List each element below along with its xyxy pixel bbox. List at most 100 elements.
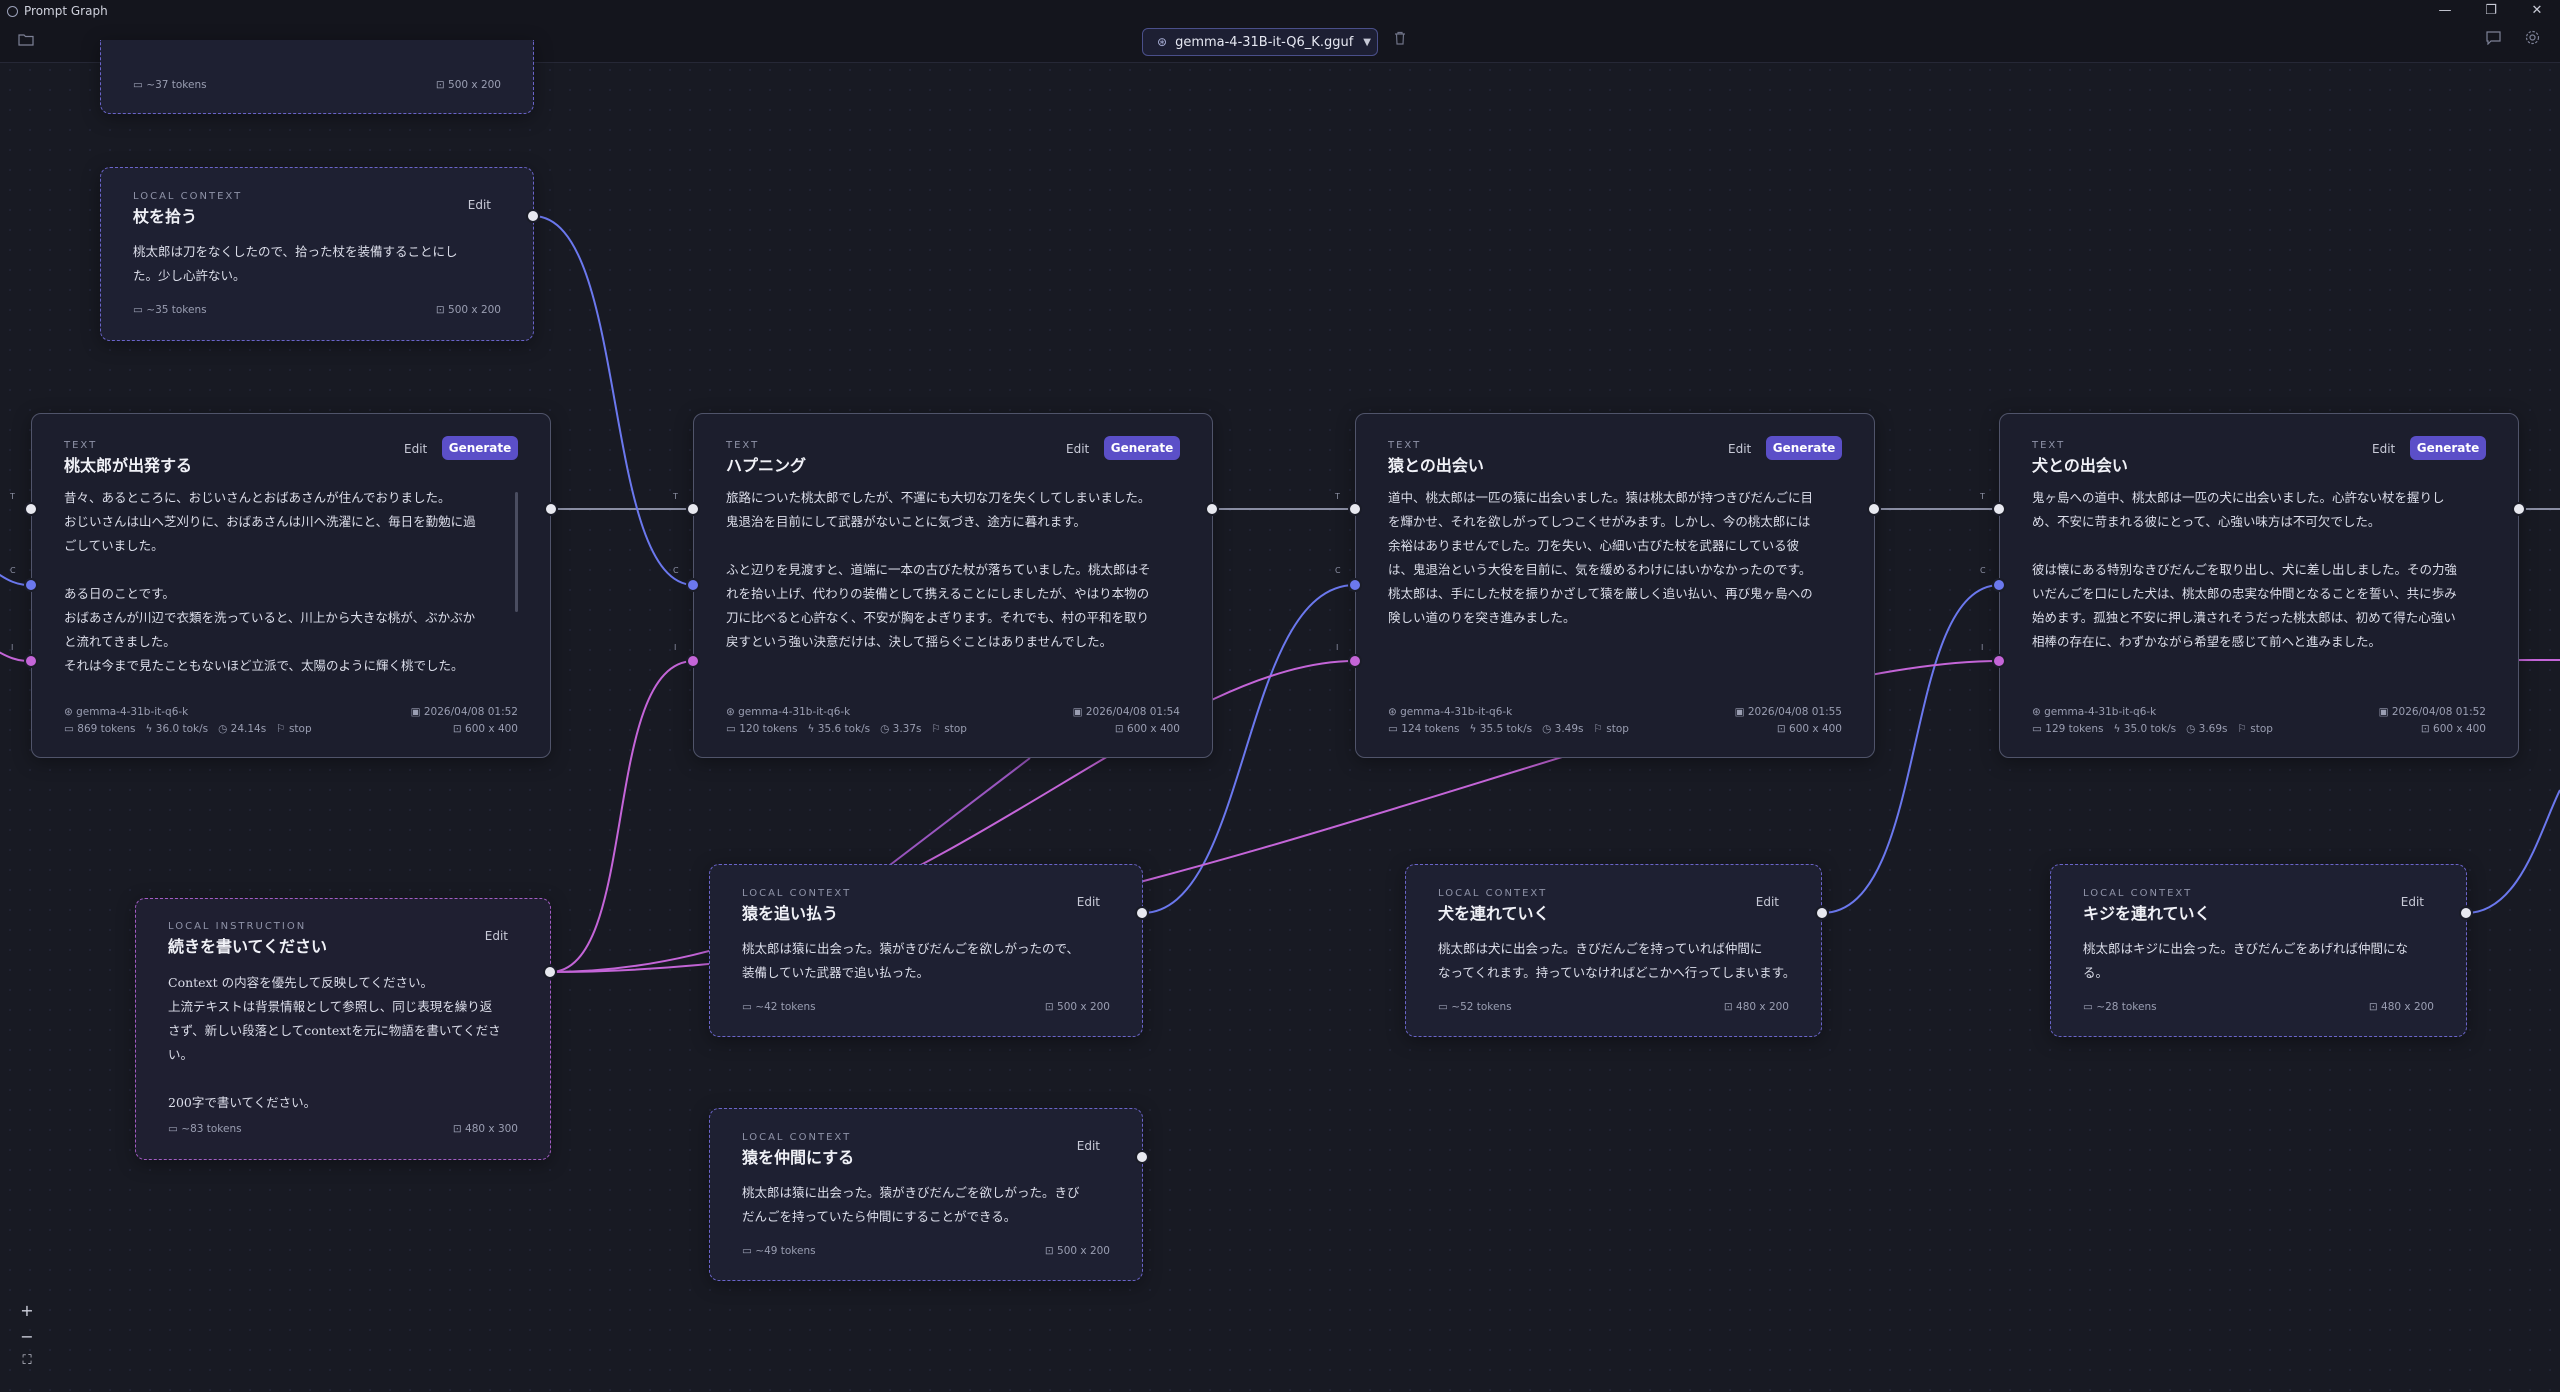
input-port-text[interactable] (24, 502, 38, 516)
context-node-monkey-ally[interactable]: LOCAL CONTEXT 猿を仲間にする Edit 桃太郎は猿に出会った。猿が… (709, 1108, 1143, 1281)
edit-button[interactable]: Edit (485, 929, 508, 943)
node-body: 桃太郎は刀をなくしたので、拾った杖を装備することにし た。少し心許ない。 (133, 244, 458, 283)
timestamp: ▣ 2026/04/08 01:55 (1734, 706, 1842, 718)
output-port[interactable] (526, 209, 540, 223)
port-label-i: I (11, 643, 14, 652)
zoom-out-button[interactable]: − (17, 1327, 37, 1346)
node-body: 桃太郎は猿に出会った。猿がきびだんごを欲しがったので、 装備していた武器で追い払… (742, 941, 1080, 980)
node-body: 道中、桃太郎は一匹の猿に出会いました。猿は桃太郎が持つきびだんごに目 を輝かせ、… (1388, 490, 1814, 625)
port-label-c: C (1980, 566, 1986, 575)
port-label-c: C (1335, 566, 1341, 575)
model-label: ⊛ gemma-4-31b-it-q6-k (1388, 706, 1513, 718)
input-port-context[interactable] (686, 578, 700, 592)
input-port-instruction[interactable] (686, 654, 700, 668)
context-node-partial[interactable]: ▭ ~37 tokens ⊡ 500 x 200 (100, 40, 534, 114)
node-title: 続きを書いてください (168, 937, 328, 956)
output-port[interactable] (544, 502, 558, 516)
text-node-departure[interactable]: TEXT 桃太郎が出発する Edit Generate 昔々、あるところに、おじ… (31, 413, 551, 758)
context-node-dog[interactable]: LOCAL CONTEXT 犬を連れていく Edit 桃太郎は犬に出会った。きび… (1405, 864, 1822, 1037)
edit-button[interactable]: Edit (1066, 442, 1089, 456)
input-port-text[interactable] (686, 502, 700, 516)
node-body: 桃太郎は猿に出会った。猿がきびだんごを欲しがった。きび だんごを持っていたら仲間… (742, 1185, 1080, 1224)
gen-stats: ▭ 129 tokens ϟ 35.0 tok/s ◷ 3.69s ⚐ stop (2032, 723, 2273, 735)
generate-button[interactable]: Generate (2410, 436, 2486, 460)
token-count: ▭ ~42 tokens (742, 1001, 816, 1013)
node-size: ⊡ 500 x 200 (435, 304, 501, 316)
context-node-monkey-chase[interactable]: LOCAL CONTEXT 猿を追い払う Edit 桃太郎は猿に出会った。猿がき… (709, 864, 1143, 1037)
token-count: ▭ ~49 tokens (742, 1245, 816, 1257)
port-label-t: T (1980, 492, 1985, 501)
text-node-monkey[interactable]: TEXT 猿との出会い Edit Generate 道中、桃太郎は一匹の猿に出会… (1355, 413, 1875, 758)
input-port-instruction[interactable] (24, 654, 38, 668)
edit-button[interactable]: Edit (404, 442, 427, 456)
generate-button[interactable]: Generate (1104, 436, 1180, 460)
edit-button[interactable]: Edit (468, 198, 491, 212)
gen-stats: ▭ 120 tokens ϟ 35.6 tok/s ◷ 3.37s ⚐ stop (726, 723, 967, 735)
port-label-t: T (673, 492, 678, 501)
output-port[interactable] (1135, 1150, 1149, 1164)
timestamp: ▣ 2026/04/08 01:54 (1072, 706, 1180, 718)
instruction-node[interactable]: LOCAL INSTRUCTION 続きを書いてください Edit Contex… (135, 898, 551, 1160)
output-port[interactable] (2459, 906, 2473, 920)
node-size: ⊡ 500 x 200 (1044, 1001, 1110, 1013)
node-title: 杖を拾う (133, 207, 198, 226)
text-node-happening[interactable]: TEXT ハプニング Edit Generate 旅路についた桃太郎でしたが、不… (693, 413, 1213, 758)
node-type: TEXT (64, 440, 98, 451)
node-type: TEXT (726, 440, 760, 451)
zoom-in-button[interactable]: + (17, 1301, 37, 1320)
generate-button[interactable]: Generate (1766, 436, 1842, 460)
edit-button[interactable]: Edit (1077, 1139, 1100, 1153)
input-port-instruction[interactable] (1348, 654, 1362, 668)
node-type: LOCAL CONTEXT (742, 1132, 852, 1143)
output-port[interactable] (1867, 502, 1881, 516)
node-title: キジを連れていく (2083, 904, 2211, 923)
context-node-pheasant[interactable]: LOCAL CONTEXT キジを連れていく Edit 桃太郎はキジに出会った。… (2050, 864, 2467, 1037)
model-label: ⊛ gemma-4-31b-it-q6-k (2032, 706, 2157, 718)
output-port[interactable] (1815, 906, 1829, 920)
edit-button[interactable]: Edit (2401, 895, 2424, 909)
node-title: ハプニング (726, 456, 807, 475)
node-size: ⊡ 500 x 200 (1044, 1245, 1110, 1257)
token-count: ▭ ~35 tokens (133, 304, 207, 316)
token-count: ▭ ~28 tokens (2083, 1001, 2157, 1013)
port-label-i: I (1981, 643, 1984, 652)
gen-stats: ▭ 869 tokens ϟ 36.0 tok/s ◷ 24.14s ⚐ sto… (64, 723, 312, 735)
generate-button[interactable]: Generate (442, 436, 518, 460)
edit-button[interactable]: Edit (1728, 442, 1751, 456)
output-port[interactable] (2512, 502, 2526, 516)
token-count: ▭ ~83 tokens (168, 1123, 242, 1135)
port-label-t: T (10, 492, 15, 501)
node-body: 桃太郎はキジに出会った。きびだんごをあげれば仲間にな る。 (2083, 941, 2409, 980)
node-type: TEXT (2032, 440, 2066, 451)
input-port-text[interactable] (1992, 502, 2006, 516)
edit-button[interactable]: Edit (2372, 442, 2395, 456)
output-port[interactable] (1205, 502, 1219, 516)
input-port-context[interactable] (1348, 578, 1362, 592)
port-label-i: I (674, 643, 677, 652)
output-port[interactable] (543, 965, 557, 979)
node-title: 桃太郎が出発する (64, 456, 193, 475)
input-port-context[interactable] (1992, 578, 2006, 592)
input-port-instruction[interactable] (1992, 654, 2006, 668)
node-type: LOCAL INSTRUCTION (168, 921, 307, 932)
node-size: ⊡ 600 x 400 (1776, 723, 1842, 735)
scrollbar[interactable] (515, 492, 518, 612)
edit-button[interactable]: Edit (1077, 895, 1100, 909)
node-body: 昔々、あるところに、おじいさんとおばあさんが住んでおりました。 おじいさんは山へ… (64, 490, 476, 673)
node-type: LOCAL CONTEXT (742, 888, 852, 899)
input-port-text[interactable] (1348, 502, 1362, 516)
node-size: ⊡ 500 x 200 (435, 79, 501, 91)
fit-view-button[interactable]: ⛶ (17, 1353, 37, 1368)
input-port-context[interactable] (24, 578, 38, 592)
model-label: ⊛ gemma-4-31b-it-q6-k (64, 706, 189, 718)
node-size: ⊡ 600 x 400 (452, 723, 518, 735)
node-body: Context の内容を優先して反映してください。 上流テキストは背景情報として… (168, 975, 501, 1110)
node-title: 犬を連れていく (1438, 904, 1550, 923)
text-node-dog[interactable]: TEXT 犬との出会い Edit Generate 鬼ヶ島への道中、桃太郎は一匹… (1999, 413, 2519, 758)
context-node-staff[interactable]: LOCAL CONTEXT 杖を拾う Edit 桃太郎は刀をなくしたので、拾った… (100, 167, 534, 341)
edit-button[interactable]: Edit (1756, 895, 1779, 909)
gen-stats: ▭ 124 tokens ϟ 35.5 tok/s ◷ 3.49s ⚐ stop (1388, 723, 1629, 735)
output-port[interactable] (1135, 906, 1149, 920)
node-type: LOCAL CONTEXT (2083, 888, 2193, 899)
node-title: 猿との出会い (1388, 456, 1484, 475)
